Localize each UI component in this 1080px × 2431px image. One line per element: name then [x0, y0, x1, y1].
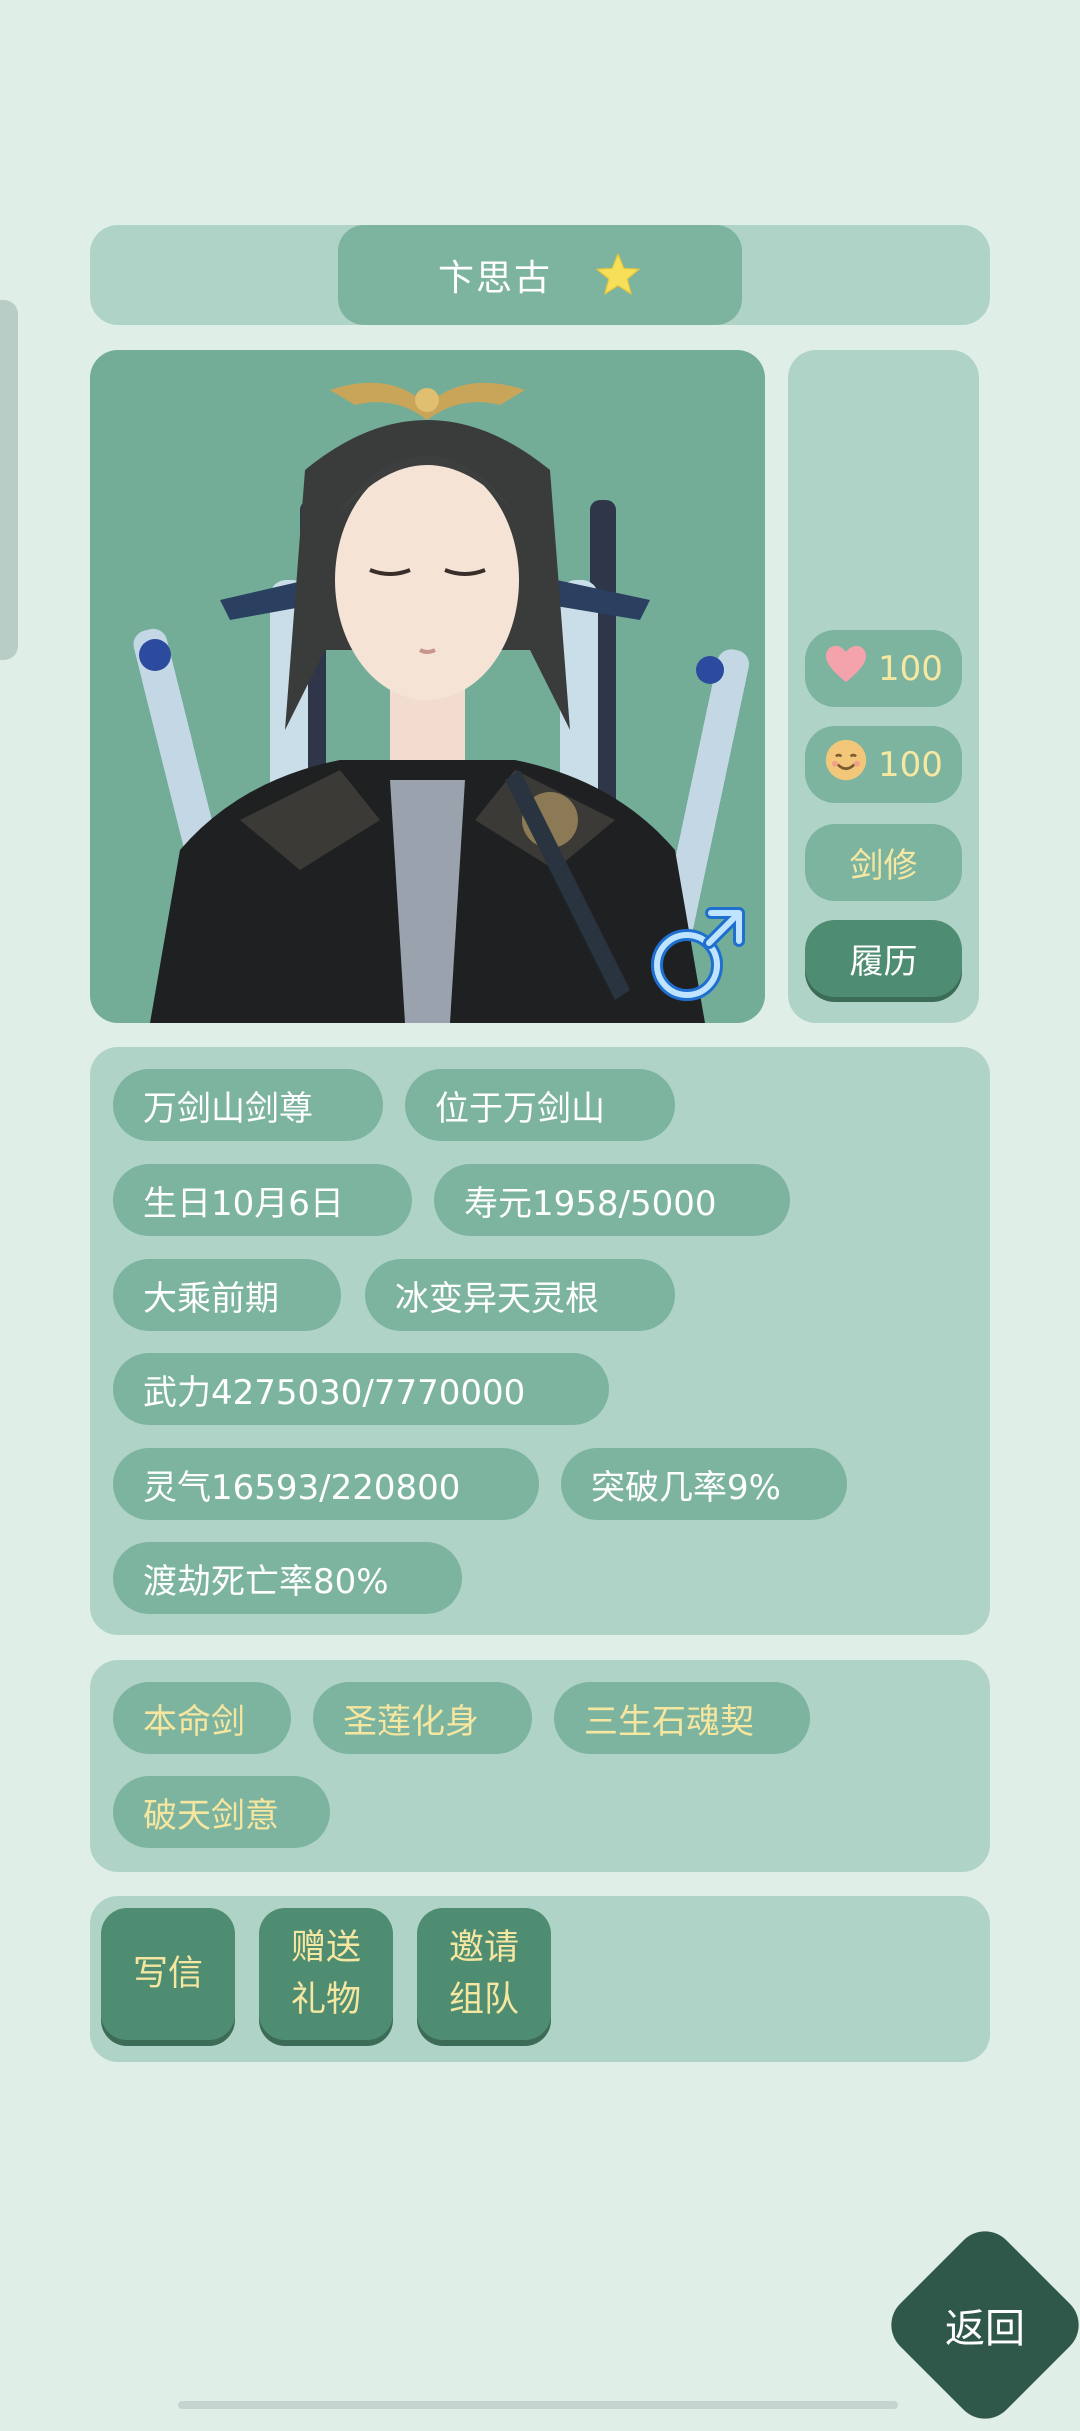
heart-icon [824, 644, 868, 693]
profession-chip: 剑修 [805, 824, 962, 901]
name-pill[interactable]: 卞思古 [338, 225, 742, 325]
actions-panel: 写信 赠送 礼物 邀请 组队 [90, 1896, 990, 2062]
info-tag: 灵气16593/220800 [113, 1448, 539, 1520]
trait-tag[interactable]: 破天剑意 [113, 1776, 330, 1848]
star-icon[interactable] [594, 252, 642, 298]
mood-chip[interactable]: 100 [805, 726, 962, 803]
status-side-panel: 100 100 剑修 履历 [788, 350, 979, 1023]
traits-panel: 本命剑 圣莲化身 三生石魂契 破天剑意 [90, 1660, 990, 1872]
info-tag: 生日10月6日 [113, 1164, 412, 1236]
info-tag: 渡劫死亡率80% [113, 1542, 462, 1614]
write-letter-button[interactable]: 写信 [101, 1908, 235, 2040]
side-drawer-handle[interactable] [0, 300, 18, 660]
info-tag: 寿元1958/5000 [434, 1164, 790, 1236]
send-gift-button[interactable]: 赠送 礼物 [259, 1908, 393, 2040]
info-tag: 大乘前期 [113, 1259, 341, 1331]
info-tag: 位于万剑山 [405, 1069, 675, 1141]
character-detail-screen: { "character": { "name": "卞思古", "favorit… [0, 0, 1080, 2431]
mood-value: 100 [878, 744, 943, 785]
profession-label: 剑修 [849, 846, 918, 886]
info-tag: 万剑山剑尊 [113, 1069, 383, 1141]
character-portrait [90, 350, 765, 1023]
trait-tag[interactable]: 三生石魂契 [554, 1682, 810, 1754]
name-bar: 卞思古 [90, 225, 990, 325]
trait-tag[interactable]: 圣莲化身 [313, 1682, 532, 1754]
back-button-label: 返回 [945, 2306, 1025, 2352]
info-tag: 冰变异天灵根 [365, 1259, 675, 1331]
info-tag: 武力4275030/7770000 [113, 1353, 609, 1425]
character-name: 卞思古 [437, 258, 552, 299]
back-button[interactable]: 返回 [878, 2218, 1080, 2431]
invite-team-button[interactable]: 邀请 组队 [417, 1908, 551, 2040]
trait-tag[interactable]: 本命剑 [113, 1682, 291, 1754]
affection-chip[interactable]: 100 [805, 630, 962, 707]
male-symbol-icon [643, 899, 753, 1013]
info-tag: 突破几率9% [561, 1448, 847, 1520]
navigation-bar-indicator [178, 2401, 898, 2409]
history-button-label: 履历 [849, 942, 918, 982]
history-button[interactable]: 履历 [805, 920, 962, 997]
smiling-face-icon [824, 738, 868, 791]
character-figure [150, 382, 705, 1023]
info-panel: 万剑山剑尊 位于万剑山 生日10月6日 寿元1958/5000 大乘前期 冰变异… [90, 1047, 990, 1635]
affection-value: 100 [878, 648, 943, 689]
